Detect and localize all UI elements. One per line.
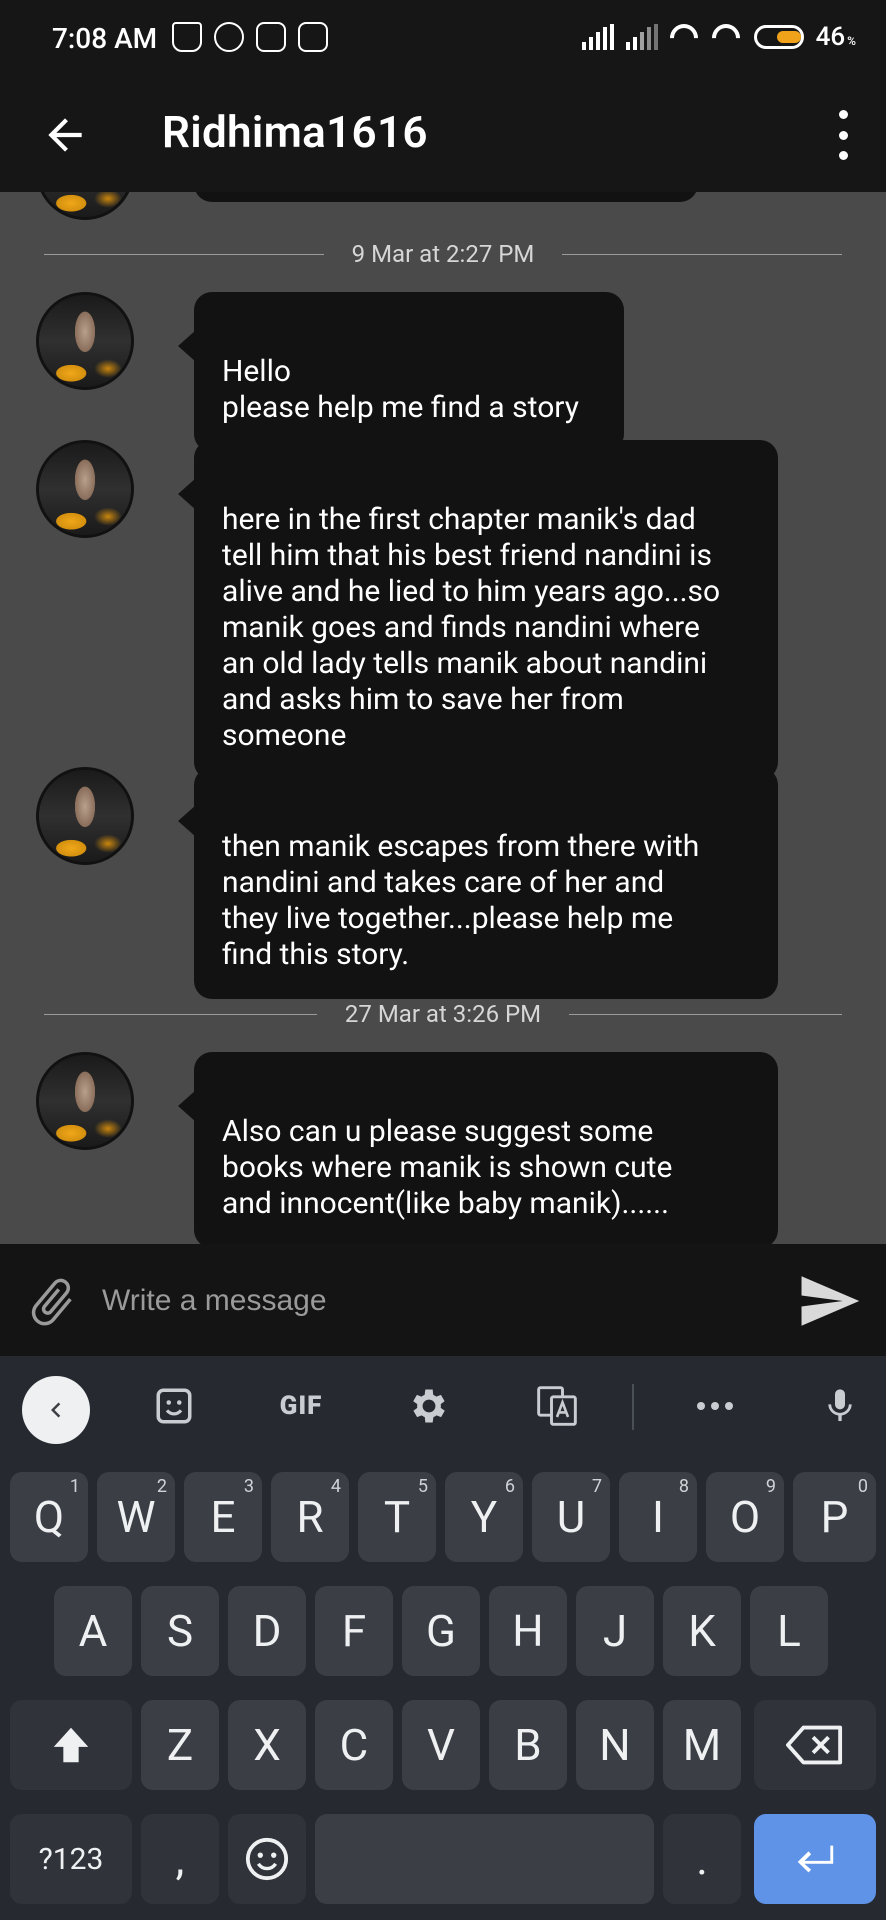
avatar[interactable] [36, 192, 134, 220]
avatar[interactable] [36, 1052, 134, 1150]
backspace-key[interactable] [754, 1700, 876, 1790]
toolbar-divider [632, 1384, 634, 1430]
period-key[interactable]: . [663, 1814, 741, 1904]
message-text: Hello please help me find a story [222, 354, 579, 425]
key-p[interactable]: P0 [793, 1472, 876, 1562]
avatar[interactable] [36, 767, 134, 865]
key-k[interactable]: K [663, 1586, 741, 1676]
wifi-icon [712, 24, 742, 50]
key-i[interactable]: I8 [619, 1472, 697, 1562]
keyboard-toolbar: GIF [0, 1356, 886, 1456]
collapse-toolbar-button[interactable] [22, 1376, 90, 1444]
sticker-button[interactable] [148, 1380, 200, 1432]
translate-button[interactable] [532, 1380, 582, 1432]
gif-button[interactable]: GIF [266, 1380, 336, 1432]
emoji-icon [245, 1837, 289, 1881]
backspace-icon [786, 1725, 843, 1765]
message-bubble-partial [194, 192, 698, 202]
key-m[interactable]: M [663, 1700, 741, 1790]
emoji-key[interactable] [228, 1814, 306, 1904]
key-j[interactable]: J [576, 1586, 654, 1676]
alarm-icon [214, 22, 244, 52]
message-bubble[interactable]: Also can u please suggest some books whe… [178, 1052, 778, 1244]
message-text: here in the first chapter manik's dad te… [222, 502, 721, 753]
wifi-icon [670, 24, 700, 50]
key-s[interactable]: S [141, 1586, 219, 1676]
microphone-icon [828, 1389, 852, 1421]
notification-icons [172, 22, 328, 52]
key-u[interactable]: U7 [532, 1472, 610, 1562]
message-text: Also can u please suggest some books whe… [222, 1114, 673, 1221]
key-n[interactable]: N [576, 1700, 654, 1790]
key-b[interactable]: B [489, 1700, 567, 1790]
chevron-left-icon [51, 1402, 61, 1418]
more-options-button[interactable] [836, 110, 850, 160]
key-y[interactable]: Y6 [445, 1472, 523, 1562]
teams-icon [256, 22, 286, 52]
send-button[interactable] [796, 1268, 862, 1334]
enter-arrow-icon [797, 1845, 834, 1873]
key-a[interactable]: A [54, 1586, 132, 1676]
status-time: 7:08 AM [52, 22, 158, 55]
key-f[interactable]: F [315, 1586, 393, 1676]
paperclip-icon [31, 1278, 72, 1326]
shift-key[interactable] [10, 1700, 132, 1790]
arrow-left-icon [48, 118, 82, 152]
avatar[interactable] [36, 440, 134, 538]
key-z[interactable]: Z [141, 1700, 219, 1790]
teams-icon [298, 22, 328, 52]
sticker-icon [156, 1388, 192, 1424]
key-w[interactable]: W2 [97, 1472, 175, 1562]
key-d[interactable]: D [228, 1586, 306, 1676]
date-divider: 9 Mar at 2:27 PM [44, 240, 842, 268]
signal-icon [581, 24, 614, 50]
more-tools-button[interactable] [690, 1380, 740, 1432]
comma-key[interactable]: , [141, 1814, 219, 1904]
conversation-title: Ridhima1616 [162, 106, 428, 158]
key-h[interactable]: H [489, 1586, 567, 1676]
send-icon [801, 1276, 860, 1326]
battery-icon [753, 25, 804, 49]
shift-arrow-icon [53, 1727, 89, 1763]
enter-key[interactable] [754, 1814, 876, 1904]
app-bar: Ridhima1616 [0, 80, 886, 192]
key-x[interactable]: X [228, 1700, 306, 1790]
symbols-key[interactable]: ?123 [10, 1814, 132, 1904]
key-t[interactable]: T5 [358, 1472, 436, 1562]
key-o[interactable]: O9 [706, 1472, 784, 1562]
voice-input-button[interactable] [816, 1380, 864, 1432]
avatar[interactable] [36, 292, 134, 390]
message-composer [0, 1244, 886, 1356]
keyboard: GIF Q1 W2 E3 R4 T5 Y6 U7 I 8 O 9 P 0 A S… [0, 1356, 886, 1920]
message-text: then manik escapes from there with nandi… [222, 829, 700, 972]
key-g[interactable]: G [402, 1586, 480, 1676]
mute-icon [172, 22, 202, 52]
system-icons: 46% [581, 22, 856, 52]
key-r[interactable]: R4 [271, 1472, 349, 1562]
gear-icon [413, 1389, 445, 1423]
key-c[interactable]: C [315, 1700, 393, 1790]
date-divider: 27 Mar at 3:26 PM [44, 1000, 842, 1028]
key-q[interactable]: Q1 [10, 1472, 88, 1562]
message-input[interactable] [100, 1272, 764, 1330]
message-bubble[interactable]: then manik escapes from there with nandi… [178, 767, 778, 999]
settings-button[interactable] [404, 1380, 454, 1432]
message-bubble[interactable]: here in the first chapter manik's dad te… [178, 440, 778, 780]
more-horizontal-icon [697, 1402, 733, 1410]
signal-icon [625, 24, 658, 50]
attach-button[interactable] [24, 1274, 80, 1330]
message-bubble[interactable]: Hello please help me find a story [178, 292, 624, 452]
key-l[interactable]: L [750, 1586, 828, 1676]
battery-level: 46% [815, 22, 856, 52]
translate-icon [537, 1386, 577, 1426]
key-v[interactable]: V [402, 1700, 480, 1790]
message-list[interactable]: 9 Mar at 2:27 PM Hello please help me fi… [0, 192, 886, 1244]
status-bar: 7:08 AM 46% [0, 0, 886, 80]
space-key[interactable] [315, 1814, 654, 1904]
key-e[interactable]: E3 [184, 1472, 262, 1562]
back-button[interactable] [40, 110, 90, 160]
